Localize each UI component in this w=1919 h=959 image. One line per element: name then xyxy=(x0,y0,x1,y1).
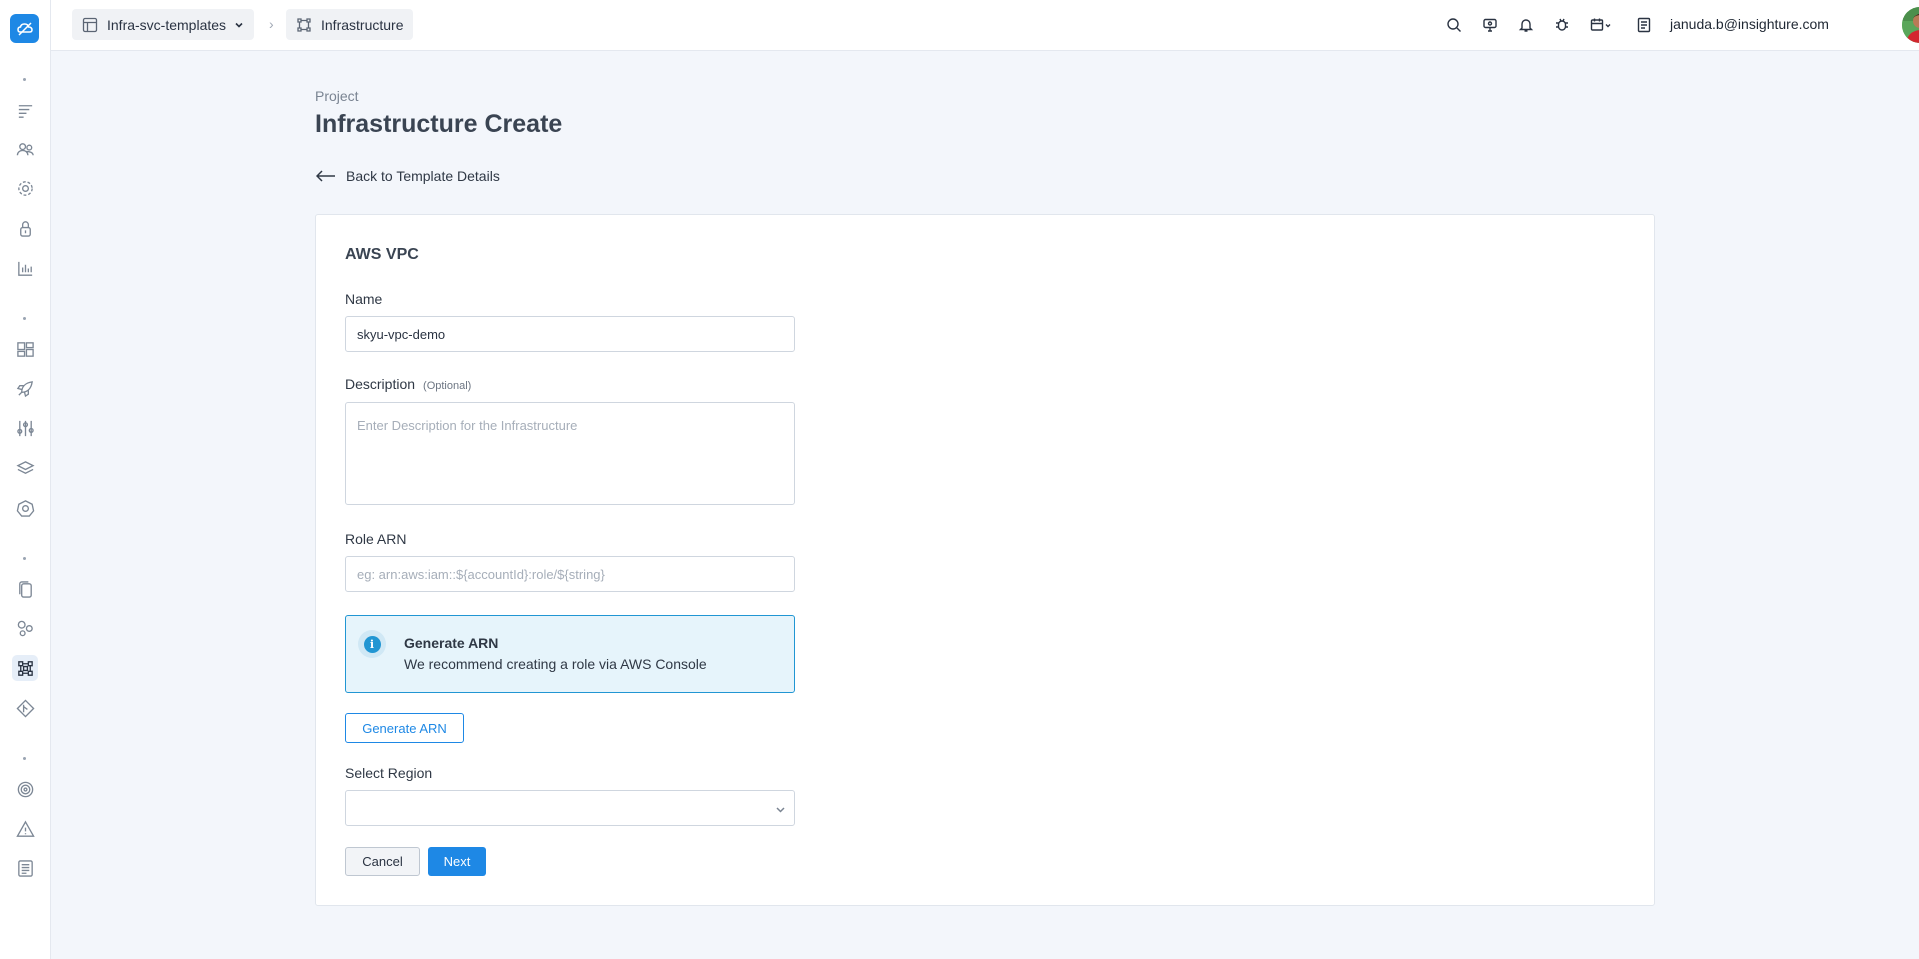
chevron-down-icon xyxy=(776,807,785,813)
next-button[interactable]: Next xyxy=(428,847,486,876)
rocket-icon xyxy=(16,380,33,397)
avatar[interactable] xyxy=(1902,7,1919,43)
search-button[interactable] xyxy=(1444,15,1464,35)
generate-arn-button[interactable]: Generate ARN xyxy=(345,713,464,743)
notes-icon xyxy=(1637,17,1651,33)
sliders-icon xyxy=(16,420,34,436)
sidebar-item-security[interactable] xyxy=(12,215,38,241)
sidebar-item-teams[interactable] xyxy=(12,136,38,162)
gear-icon xyxy=(17,180,33,196)
page-section-label: Project xyxy=(315,88,359,104)
chevron-down-icon xyxy=(235,22,243,28)
back-link-label: Back to Template Details xyxy=(346,168,500,184)
sidebar-divider-dot xyxy=(23,757,26,760)
search-icon xyxy=(1447,18,1461,32)
infrastructure-form-card: AWS VPC Name Description (Optional) Role … xyxy=(315,214,1655,906)
optional-tag: (Optional) xyxy=(423,380,472,392)
sidebar-item-settings[interactable] xyxy=(12,175,38,201)
info-title: Generate ARN xyxy=(404,635,499,651)
bar-chart-icon xyxy=(17,261,32,276)
lock-icon xyxy=(19,220,31,237)
breadcrumb-project-label: Infra-svc-templates xyxy=(107,16,227,33)
sidebar-item-configuration[interactable] xyxy=(12,415,38,441)
monitor-button[interactable] xyxy=(1480,15,1500,35)
dashboard-icon xyxy=(16,341,34,357)
calendar-icon xyxy=(1590,18,1611,31)
target-icon xyxy=(17,781,33,797)
files-icon xyxy=(18,580,32,598)
breadcrumb-infrastructure-label: Infrastructure xyxy=(321,16,404,33)
sidebar-item-kubernetes[interactable] xyxy=(12,495,38,521)
breadcrumb-infrastructure[interactable]: Infrastructure xyxy=(286,9,414,40)
sidebar-divider-dot xyxy=(23,78,26,81)
sidebar-item-services[interactable] xyxy=(12,615,38,641)
users-icon xyxy=(16,142,34,155)
user-avatar-image xyxy=(1902,7,1919,43)
app-logo[interactable] xyxy=(10,14,39,43)
region-select[interactable] xyxy=(345,790,795,826)
arrow-left-icon xyxy=(316,170,335,182)
sidebar-item-overview[interactable] xyxy=(12,97,38,123)
breadcrumb-project-selector[interactable]: Infra-svc-templates xyxy=(72,9,255,40)
table-icon xyxy=(82,17,98,32)
infrastructure-icon xyxy=(297,17,311,32)
breadcrumb-separator: › xyxy=(269,16,274,32)
warning-icon xyxy=(15,820,35,837)
name-input[interactable] xyxy=(345,316,795,352)
sidebar-divider-dot xyxy=(23,557,26,560)
docs-button[interactable] xyxy=(1634,15,1654,35)
sidebar-divider-dot xyxy=(23,317,26,320)
role-arn-input[interactable] xyxy=(345,556,795,592)
git-icon xyxy=(15,698,35,718)
user-email[interactable]: januda.b@insighture.com xyxy=(1670,16,1829,32)
layers-icon xyxy=(15,460,35,474)
form-title: AWS VPC xyxy=(345,246,419,263)
monitor-settings-icon xyxy=(1483,18,1497,32)
select-region-label: Select Region xyxy=(345,765,433,781)
sidebar-item-logs[interactable] xyxy=(12,855,38,881)
back-to-template-details-link[interactable]: Back to Template Details xyxy=(316,168,500,184)
info-icon: i xyxy=(358,630,386,658)
bell-icon xyxy=(1518,19,1534,32)
generate-arn-info-box: i Generate ARN We recommend creating a r… xyxy=(345,615,795,693)
calendar-dropdown-button[interactable] xyxy=(1588,15,1614,35)
sidebar-item-dashboard[interactable] xyxy=(12,336,38,362)
cloud-logo-icon xyxy=(16,21,33,36)
role-arn-label: Role ARN xyxy=(345,531,407,547)
sidebar-item-deployments[interactable] xyxy=(12,375,38,401)
name-label: Name xyxy=(345,291,383,307)
notifications-button[interactable] xyxy=(1516,15,1536,35)
page-title: Infrastructure Create xyxy=(315,110,563,138)
nodes-icon xyxy=(17,620,33,636)
lines-icon xyxy=(18,104,32,118)
sidebar-item-monitoring[interactable] xyxy=(12,776,38,802)
infrastructure-icon xyxy=(17,660,33,676)
document-icon xyxy=(17,859,33,877)
sidebar-item-git[interactable] xyxy=(12,695,38,721)
sidebar-item-alerts[interactable] xyxy=(12,816,38,842)
sidebar xyxy=(0,0,51,959)
info-text: We recommend creating a role via AWS Con… xyxy=(404,656,707,672)
bug-icon xyxy=(1556,18,1568,31)
description-label-text: Description xyxy=(345,376,416,392)
top-header: Infra-svc-templates › Infrastructure jan… xyxy=(51,0,1919,51)
sidebar-item-layers[interactable] xyxy=(12,455,38,481)
cancel-button[interactable]: Cancel xyxy=(345,847,420,876)
description-label: Description (Optional) xyxy=(345,376,471,392)
sidebar-item-infrastructure[interactable] xyxy=(12,655,38,681)
helm-icon xyxy=(16,499,34,517)
sidebar-item-analytics[interactable] xyxy=(12,255,38,281)
bug-report-button[interactable] xyxy=(1552,15,1572,35)
description-textarea[interactable] xyxy=(345,402,795,505)
sidebar-item-documents[interactable] xyxy=(12,576,38,602)
